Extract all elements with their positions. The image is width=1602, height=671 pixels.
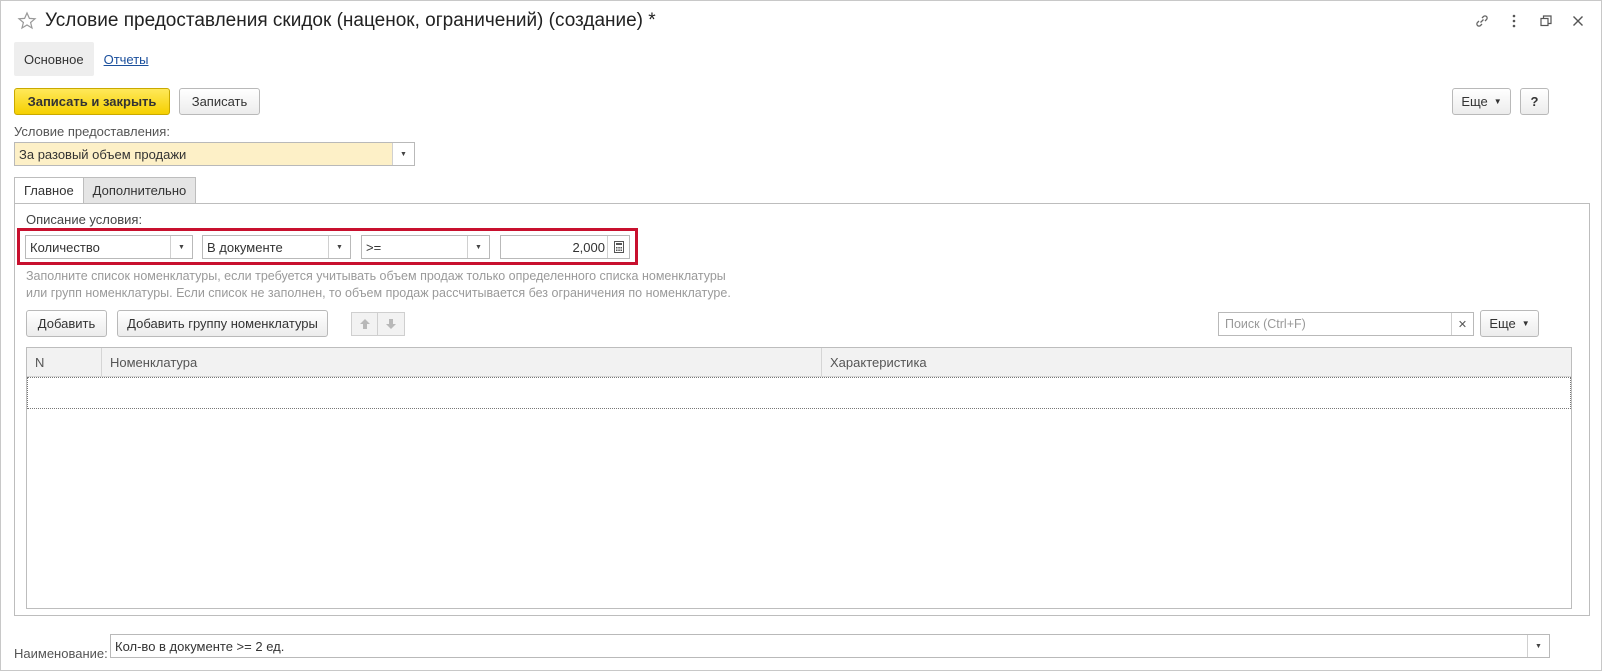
- dropdown-arrow-icon[interactable]: ▼: [467, 236, 489, 258]
- dropdown-arrow-icon[interactable]: ▼: [170, 236, 192, 258]
- tab-main[interactable]: Главное: [14, 177, 84, 204]
- condition-select[interactable]: За разовый объем продажи ▼: [14, 142, 415, 166]
- more-vertical-icon[interactable]: [1505, 12, 1523, 30]
- condition-value: За разовый объем продажи: [19, 146, 187, 162]
- column-nomenclature[interactable]: Номенклатура: [102, 348, 822, 377]
- tab-strip: Главное Дополнительно: [14, 177, 197, 204]
- list-more-label: Еще: [1489, 316, 1516, 331]
- condition-label: Условие предоставления:: [14, 124, 170, 139]
- move-down-icon[interactable]: [378, 312, 405, 336]
- help-button[interactable]: ?: [1520, 88, 1549, 115]
- tab-extra[interactable]: Дополнительно: [83, 177, 197, 204]
- scope-select[interactable]: В документе ▼: [202, 235, 351, 259]
- move-buttons: [351, 312, 406, 336]
- window-title: Условие предоставления скидок (наценок, …: [45, 10, 656, 31]
- table-header: N Номенклатура Характеристика: [27, 348, 1571, 377]
- name-value: Кол-во в документе >= 2 ед.: [115, 638, 285, 654]
- amount-input[interactable]: 2,000: [500, 235, 630, 259]
- chevron-down-icon: ▼: [1493, 97, 1502, 106]
- search-input[interactable]: Поиск (Ctrl+F) ✕: [1218, 312, 1474, 336]
- column-characteristic[interactable]: Характеристика: [822, 348, 1573, 377]
- close-icon[interactable]: [1569, 12, 1587, 30]
- scope-value: В документе: [207, 239, 283, 255]
- form-navigation: Основное Отчеты: [14, 42, 149, 76]
- more-button[interactable]: Еще ▼: [1452, 88, 1511, 115]
- save-and-close-button[interactable]: Записать и закрыть: [14, 88, 170, 115]
- search-placeholder: Поиск (Ctrl+F): [1225, 317, 1306, 331]
- title-bar: Условие предоставления скидок (наценок, …: [1, 1, 1601, 43]
- quantity-select[interactable]: Количество ▼: [25, 235, 193, 259]
- save-button[interactable]: Записать: [179, 88, 260, 115]
- clear-icon[interactable]: ✕: [1451, 313, 1473, 335]
- form-window: Условие предоставления скидок (наценок, …: [0, 0, 1602, 671]
- chevron-down-icon: ▼: [1521, 319, 1530, 328]
- operator-select[interactable]: >= ▼: [361, 235, 490, 259]
- table-row[interactable]: [27, 377, 1571, 409]
- add-button[interactable]: Добавить: [26, 310, 107, 337]
- restore-window-icon[interactable]: [1537, 12, 1555, 30]
- hint-line-2: или групп номенклатуры. Если список не з…: [26, 286, 731, 300]
- items-table[interactable]: N Номенклатура Характеристика: [26, 347, 1572, 609]
- move-up-icon[interactable]: [351, 312, 378, 336]
- hint-line-1: Заполните список номенклатуры, если треб…: [26, 269, 726, 283]
- column-n[interactable]: N: [27, 348, 102, 377]
- favorite-star-icon[interactable]: [17, 11, 37, 31]
- calculator-icon[interactable]: [607, 236, 629, 258]
- add-group-button[interactable]: Добавить группу номенклатуры: [117, 310, 328, 337]
- operator-value: >=: [366, 239, 382, 255]
- nav-reports-link[interactable]: Отчеты: [104, 52, 149, 67]
- description-label: Описание условия:: [26, 212, 143, 227]
- dropdown-arrow-icon[interactable]: ▼: [328, 236, 350, 258]
- nav-main[interactable]: Основное: [14, 42, 94, 76]
- dropdown-arrow-icon[interactable]: ▼: [1527, 635, 1549, 657]
- more-button-label: Еще: [1461, 94, 1488, 109]
- dropdown-arrow-icon[interactable]: ▼: [392, 143, 414, 165]
- name-input[interactable]: Кол-во в документе >= 2 ед. ▼: [110, 634, 1550, 658]
- name-label: Наименование:: [14, 646, 108, 661]
- amount-value: 2,000: [572, 239, 605, 255]
- link-icon[interactable]: [1473, 12, 1491, 30]
- quantity-value: Количество: [30, 239, 100, 255]
- list-more-button[interactable]: Еще ▼: [1480, 310, 1539, 337]
- window-controls: [1473, 12, 1587, 30]
